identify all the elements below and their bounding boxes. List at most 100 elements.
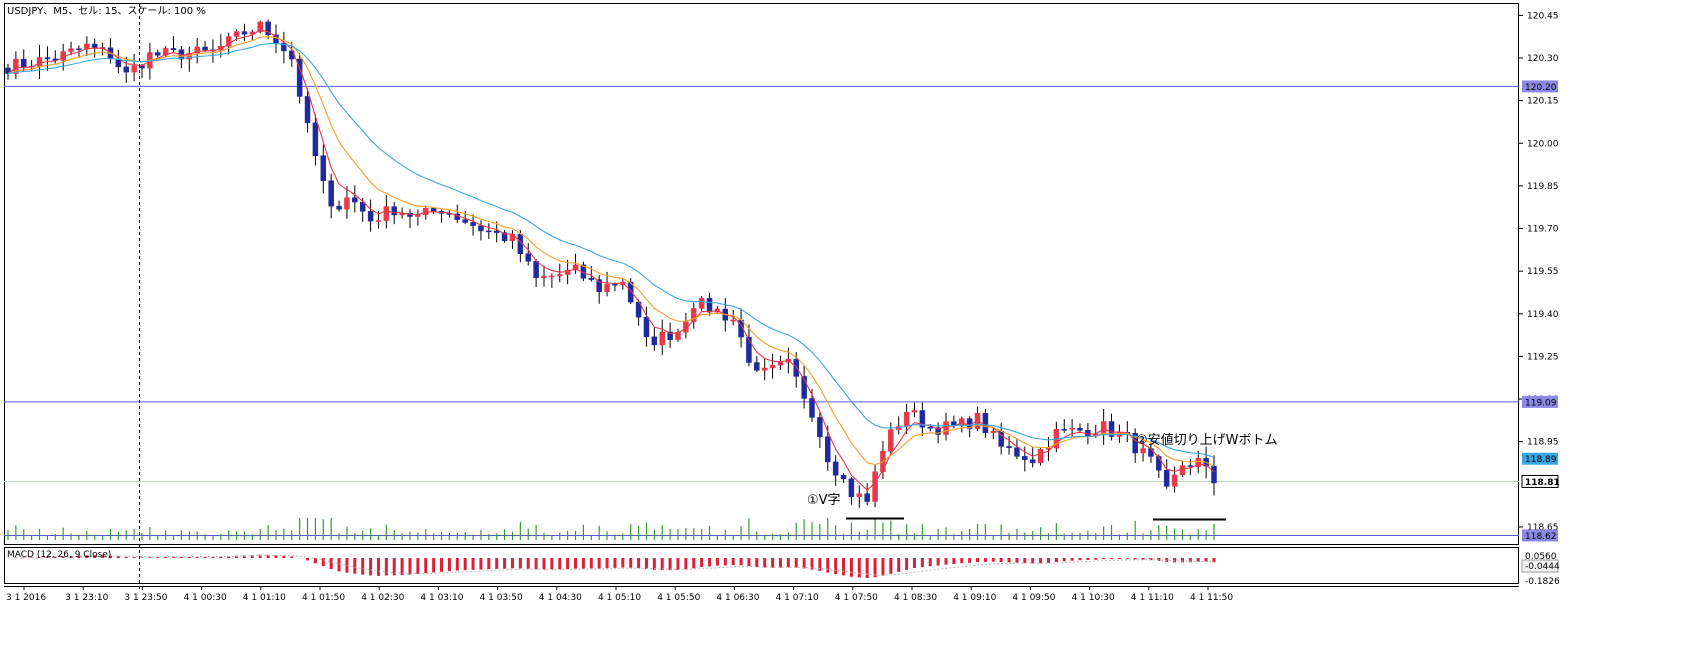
price-tick-label: 119.25: [1527, 352, 1559, 362]
time-tick-label: 4 1 03:10: [420, 593, 463, 603]
candle-body: [415, 214, 421, 217]
candle-body: [549, 275, 555, 278]
annotation-w-bottom: ②安値切り上げWボトム: [1136, 432, 1278, 448]
time-tick-label: 4 1 11:50: [1190, 593, 1233, 603]
time-tick-label: 4 1 09:50: [1012, 593, 1055, 603]
price-tick-label: 119.70: [1527, 225, 1559, 235]
candle-body: [328, 180, 334, 207]
candle-body: [588, 278, 595, 280]
candle-body: [462, 219, 468, 223]
candle-body: [21, 58, 27, 67]
candle-body: [525, 253, 531, 262]
candle-body: [202, 46, 208, 51]
candle-body: [233, 31, 240, 37]
candle-body: [241, 31, 248, 35]
candle-body: [864, 493, 870, 502]
candle-body: [320, 155, 327, 181]
price-tick-label: 120.15: [1527, 97, 1559, 107]
time-tick-label: 4 1 01:10: [243, 593, 286, 603]
candle-body: [304, 96, 311, 124]
candle-body: [131, 65, 137, 73]
candle-body: [1140, 448, 1146, 454]
annotation-v-shape: ①V字: [807, 493, 841, 508]
candle-body: [761, 367, 768, 371]
candle-body: [848, 478, 855, 497]
macd-pane-frame: [4, 547, 1519, 584]
candle-body: [68, 48, 74, 52]
candle-body: [486, 230, 492, 233]
main-pane-frame: [4, 3, 1519, 545]
candle-body: [730, 319, 736, 322]
candle-body: [888, 429, 894, 452]
candle-body: [1077, 427, 1083, 431]
candle-body: [1171, 474, 1178, 487]
time-tick-label: 4 1 00:30: [184, 593, 227, 603]
candle-body: [982, 413, 989, 434]
candle-body: [352, 197, 358, 203]
candle-body: [76, 48, 82, 50]
candle-body: [1100, 421, 1107, 435]
candle-body: [1187, 465, 1194, 467]
price-tick-label: 120.30: [1527, 54, 1559, 64]
candle-body: [856, 493, 863, 497]
candle-body: [903, 411, 910, 427]
time-tick-label: 4 1 05:50: [657, 593, 700, 603]
candle-body: [533, 261, 539, 279]
candle-body: [943, 421, 949, 435]
time-tick-label: 4 1 11:10: [1131, 593, 1174, 603]
candle-body: [91, 43, 98, 48]
time-tick-label: 4 1 09:10: [953, 593, 996, 603]
candle-body: [659, 331, 665, 346]
time-tick-label: 3 1 23:50: [124, 593, 167, 603]
candle-body: [817, 417, 823, 437]
candle-body: [430, 208, 437, 212]
candle-body: [155, 52, 161, 56]
candle-body: [840, 475, 847, 480]
price-chart[interactable]: 120.45 120.30 120.15 120.00 119.85 119.70 119.…: [0, 0, 1695, 659]
macd-axis: 0.0560-0.0444-0.1826: [1521, 552, 1560, 587]
candle-body: [367, 211, 374, 222]
candle-body: [1061, 429, 1067, 431]
candle-body: [1163, 469, 1170, 487]
candle-body: [391, 206, 397, 216]
candle-body: [825, 436, 831, 463]
candle-body: [375, 220, 382, 222]
candle-body: [769, 364, 776, 369]
macd-value-label: -0.0444: [1525, 562, 1560, 572]
price-highlight-label: 118.89: [1525, 455, 1557, 465]
candle-body: [478, 225, 484, 232]
candle-body: [470, 222, 476, 226]
time-tick-label: 4 1 01:50: [302, 593, 345, 603]
time-tick-label: 4 1 02:30: [361, 593, 404, 603]
candle-body: [1014, 447, 1020, 457]
time-tick-label: 3 1 2016: [6, 593, 46, 603]
price-tick-label: 120.45: [1527, 11, 1559, 21]
candle-body: [44, 57, 51, 60]
candle-body: [541, 275, 547, 279]
candle-body: [1211, 465, 1217, 484]
candle-body: [990, 430, 997, 434]
candle-body: [809, 398, 815, 418]
candle-body: [706, 297, 713, 313]
candle-body: [123, 66, 129, 73]
time-axis: 3 1 2016 3 1 23:10 3 1 23:50 4 1 00:30 4 1 0…: [6, 586, 1233, 603]
time-tick-label: 4 1 08:30: [894, 593, 937, 603]
candle-body: [754, 362, 760, 371]
candle-body: [777, 362, 784, 366]
price-tick-label: 119.40: [1527, 310, 1559, 320]
candle-body: [927, 426, 933, 429]
price-tick-label: 119.55: [1527, 267, 1559, 277]
candle-body: [1037, 449, 1044, 464]
candle-body: [383, 206, 390, 221]
chart-title: USDJPY、M5、セル: 15、スケール: 100 %: [7, 5, 206, 17]
candle-body: [911, 410, 918, 413]
candle-body: [1022, 456, 1028, 461]
candle-body: [493, 230, 500, 233]
candle-body: [698, 297, 705, 309]
candle-body: [170, 48, 177, 50]
candle-body: [557, 274, 563, 277]
price-tick-label: 119.85: [1527, 182, 1559, 192]
price-highlight-label: 119.09: [1525, 398, 1557, 408]
candle-body: [651, 336, 658, 346]
candle-body: [1069, 427, 1075, 430]
